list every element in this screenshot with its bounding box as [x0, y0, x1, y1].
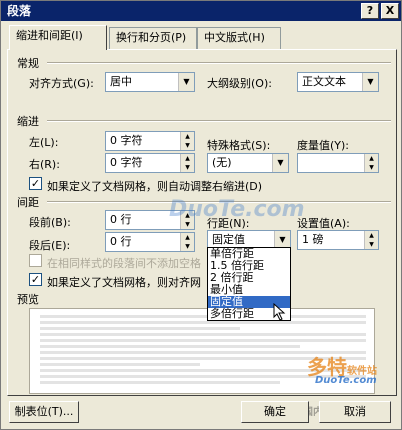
chevron-down-icon: ▼ [178, 73, 194, 91]
measure-input[interactable]: ▲ ▼ [297, 153, 379, 173]
special-format-label: 特殊格式(S): [207, 139, 271, 152]
title-bar: 段落 [1, 1, 401, 21]
right-indent-label: 右(R): [29, 158, 60, 171]
preview-section-title: 预览 [17, 293, 39, 306]
watermark-domain: DuoTe.com [315, 375, 377, 386]
close-button[interactable]: X [381, 3, 399, 19]
no-space-checkbox[interactable] [29, 254, 42, 267]
alignment-value: 居中 [110, 75, 132, 88]
tab-indent-spacing[interactable]: 缩进和间距(I) [9, 25, 107, 50]
tabs-button[interactable]: 制表位(T)... [9, 401, 79, 423]
indent-divider [47, 120, 391, 122]
outline-level-value: 正文文本 [302, 75, 346, 88]
indent-section-title: 缩进 [17, 115, 39, 128]
right-indent-input[interactable]: 0 字符 ▲ ▼ [105, 153, 195, 173]
outline-level-select[interactable]: 正文文本 ▼ [297, 72, 379, 92]
cancel-button[interactable]: 取消 [319, 401, 391, 423]
measure-label: 度量值(Y): [297, 139, 350, 152]
line-spacing-value: 固定值 [212, 233, 245, 246]
snap-grid-checkbox[interactable]: ✓ [29, 273, 42, 286]
spinner-buttons[interactable]: ▲ ▼ [180, 132, 194, 150]
setting-value-label: 设置值(A): [297, 217, 350, 230]
right-indent-value: 0 字符 [110, 156, 143, 169]
watermark-site: DuoTe.com [169, 197, 305, 222]
setting-value: 1 磅 [302, 233, 324, 246]
ok-button[interactable]: 确定 [241, 401, 309, 423]
preview-line [40, 315, 366, 318]
tab-line-page-breaks[interactable]: 换行和分页(P) [109, 27, 197, 49]
alignment-select[interactable]: 居中 ▼ [105, 72, 195, 92]
space-before-value: 0 行 [110, 213, 132, 226]
left-indent-input[interactable]: 0 字符 ▲ ▼ [105, 131, 195, 151]
preview-line [40, 381, 280, 384]
preview-line [40, 345, 300, 348]
auto-adjust-label: 如果定义了文档网格，则自动调整右缩进(D) [47, 180, 263, 193]
left-indent-label: 左(L): [29, 136, 59, 149]
mouse-cursor-icon [273, 303, 286, 321]
left-indent-value: 0 字符 [110, 134, 143, 147]
dialog-title: 段落 [7, 4, 32, 18]
snap-grid-label: 如果定义了文档网格，则对齐网 [47, 276, 201, 289]
special-format-select[interactable]: (无) ▼ [207, 153, 289, 173]
spinner-buttons[interactable]: ▲ ▼ [180, 233, 194, 251]
general-section-title: 常规 [17, 57, 39, 70]
spacing-section-title: 间距 [17, 196, 39, 209]
no-space-label: 在相同样式的段落间不添加空格 [47, 257, 201, 270]
space-after-input[interactable]: 0 行 ▲ ▼ [105, 232, 195, 252]
setting-value-input[interactable]: 1 磅 ▲ ▼ [297, 230, 379, 250]
outline-level-label: 大纲级别(O): [207, 77, 272, 90]
general-divider [47, 62, 391, 64]
spinner-buttons[interactable]: ▲ ▼ [364, 154, 378, 172]
preview-line [40, 333, 366, 336]
auto-adjust-checkbox[interactable]: ✓ [29, 177, 42, 190]
spinner-buttons[interactable]: ▲ ▼ [364, 231, 378, 249]
spinner-buttons[interactable]: ▲ ▼ [180, 154, 194, 172]
help-button[interactable]: ? [361, 3, 379, 19]
preview-line [40, 327, 240, 330]
chevron-down-icon: ▼ [362, 73, 378, 91]
tab-asian-typography[interactable]: 中文版式(H) [197, 27, 281, 49]
alignment-label: 对齐方式(G): [29, 77, 94, 90]
space-before-label: 段前(B): [29, 216, 71, 229]
paragraph-dialog: 段落 ? X 缩进和间距(I) 换行和分页(P) 中文版式(H) 常规 对齐方式… [0, 0, 402, 430]
preview-line [40, 321, 366, 324]
special-format-value: (无) [212, 156, 232, 169]
preview-line [40, 363, 200, 366]
space-after-label: 段后(E): [29, 239, 71, 252]
chevron-down-icon: ▼ [272, 154, 288, 172]
space-after-value: 0 行 [110, 235, 132, 248]
preview-line [40, 339, 366, 342]
